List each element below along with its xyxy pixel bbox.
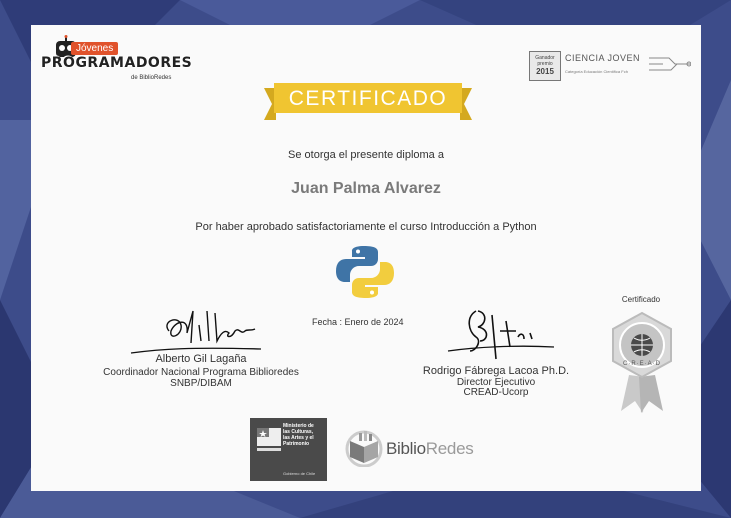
biblioredes-wordmark: BiblioRedes [386,439,474,458]
grant-line: Se otorga el presente diploma a [288,149,444,161]
ministry-logo: Ministerio de las Culturas, las Artes y … [250,418,327,481]
right-signature [447,310,555,360]
award-subtitle: Categoría Educación Científica Fch [565,69,628,74]
logo-subtitle: de BiblioRedes [131,75,172,81]
left-signer-role: Coordinador Nacional Programa Bibliorede… [103,367,299,389]
logo-title: PROGRAMADORES [41,55,193,71]
award-badge: Ganador premio 2015 [529,51,561,81]
right-signer-role: Director Ejecutivo CREAD-Ucorp [456,377,536,398]
biblioredes-icon [345,430,383,467]
circuit-icon [649,57,691,71]
award-title: CIENCIA JOVEN [565,53,641,63]
issue-date: Fecha : Enero de 2024 [312,317,404,327]
certificate-title: CERTIFICADO [288,87,448,110]
certificate-card: Jóvenes PROGRAMADORES de BiblioRedes Gan… [31,25,701,491]
chile-emblem-icon [257,428,281,451]
cread-seal [612,311,672,413]
recipient-name: Juan Palma Alvarez [291,180,441,197]
reason-line: Por haber aprobado satisfactoriamente el… [195,221,537,233]
right-signer-name: Rodrigo Fábrega Lacoa Ph.D. [422,365,570,377]
ministry-footer: Gobierno de Chile [283,471,316,476]
logo-tag: Jóvenes [71,42,119,55]
seal-text: C·R·E·A·D [623,361,661,367]
seal-label: Certificado [621,295,661,304]
python-logo-icon [336,246,394,298]
left-signer-name: Alberto Gil Lagaña [155,353,247,365]
left-signature [130,310,262,354]
